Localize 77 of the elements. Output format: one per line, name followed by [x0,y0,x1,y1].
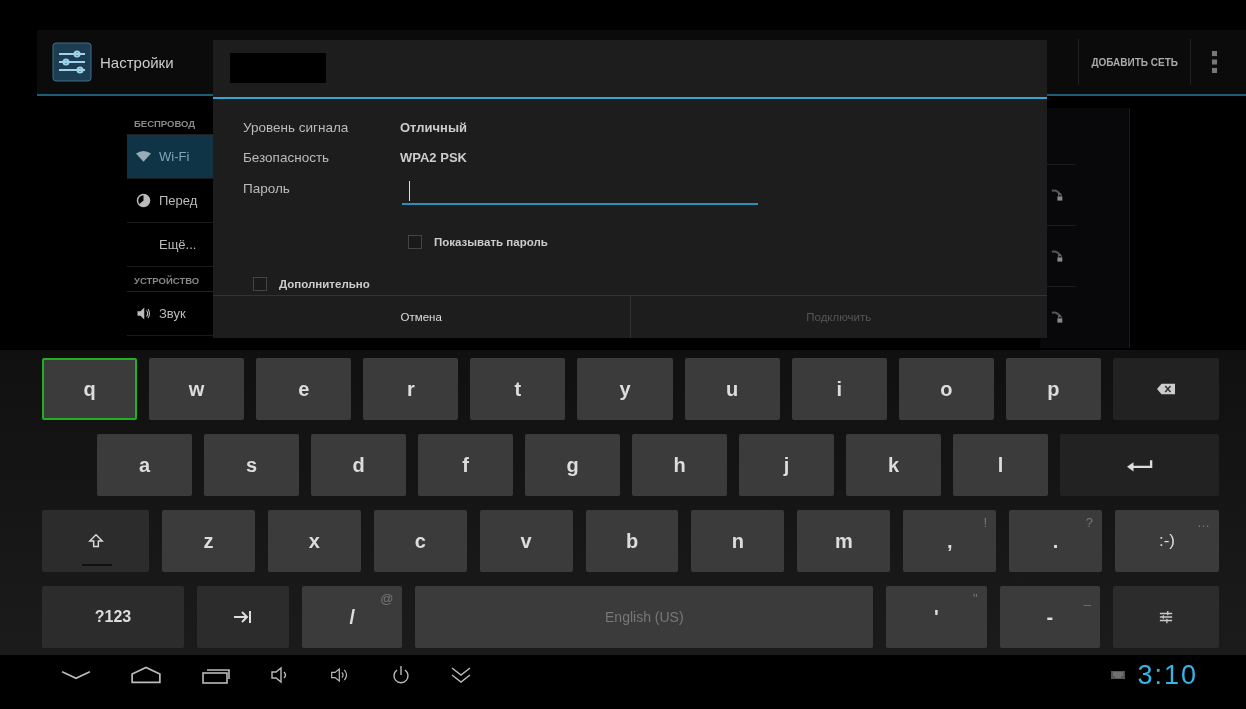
app-title: Настройки [100,53,174,71]
key[interactable]: q [42,358,138,420]
key-hint: " [973,591,978,606]
key[interactable]: u [684,358,780,420]
sliders-icon [1157,610,1175,624]
key-hint: @ [380,591,394,606]
key[interactable]: - _ [999,586,1100,648]
key[interactable]: j [739,434,834,496]
key[interactable]: o [898,358,994,420]
key[interactable]: w [149,358,245,420]
key[interactable]: . ? [1009,510,1102,572]
enter-arrow-icon [1126,458,1153,472]
key-hint: _ [1083,591,1091,606]
recent-apps-icon[interactable] [200,666,232,684]
key[interactable]: f [418,434,513,496]
key[interactable]: v [479,510,573,572]
settings-app-icon[interactable] [52,42,92,82]
key[interactable]: g [525,434,620,496]
checkbox[interactable] [253,276,267,291]
key[interactable]: i [791,358,887,420]
key[interactable]: k [846,434,941,496]
key[interactable]: t [470,358,566,420]
key[interactable]: r [363,358,459,420]
key[interactable]: c [373,510,467,572]
key[interactable]: p [1005,358,1101,420]
checkbox[interactable] [408,234,422,249]
key[interactable]: e [256,358,352,420]
password-field[interactable] [402,180,758,205]
key[interactable]: h [632,434,727,496]
wifi-lock-icon[interactable] [1049,310,1063,324]
tab-arrow-icon [234,610,252,624]
symbols-key[interactable]: ?123 [42,586,184,648]
power-icon[interactable] [390,665,412,685]
item-label: Wi-Fi [159,149,190,164]
checkbox-label: Дополнительно [279,277,370,290]
key-hint: … [1197,515,1210,530]
item-label: Перед [159,193,198,208]
settings-item[interactable]: Wi-Fi [127,135,213,179]
key[interactable]: y [577,358,673,420]
pie-chart-icon [136,193,151,208]
key[interactable]: / @ [302,586,403,648]
field-label: Пароль [243,180,291,196]
field-value: WPA2 PSK [400,150,467,166]
field-value: Отличный [400,120,468,136]
wifi-lock-icon[interactable] [1049,188,1063,202]
double-chevron-icon[interactable] [450,665,472,685]
checkbox-label: Показывать пароль [434,235,548,248]
key-hint: ? [1085,515,1093,530]
overflow-menu-icon[interactable] [1211,51,1218,73]
speaker-icon [136,306,151,321]
field-label: Уровень сигнала [243,120,350,136]
shift-arrow-icon [86,534,105,548]
key[interactable]: b [585,510,679,572]
clock: 3:10 [1137,659,1198,691]
home-icon[interactable] [130,666,162,684]
key[interactable]: m [797,510,891,572]
key[interactable]: z [162,510,255,572]
dialog-button[interactable]: Отмена [213,295,630,338]
key[interactable]: d [311,434,406,496]
item-label: Ещё... [159,237,197,252]
add-network-button[interactable]: ДОБАВИТЬ СЕТЬ [1078,39,1191,85]
key[interactable]: a [97,434,192,496]
item-label: Звук [159,306,186,321]
key[interactable]: n [691,510,785,572]
wifi-lock-icon[interactable] [1049,249,1063,263]
smiley-key[interactable]: :-) … [1115,510,1219,572]
keyboard-icon [1111,671,1126,679]
backspace-key[interactable] [1112,358,1219,420]
key[interactable]: ' " [886,586,987,648]
wifi-icon [136,149,151,164]
field-label: Безопасность [243,150,331,166]
backspace-icon [1156,382,1175,396]
key-hint: ! [983,515,988,530]
key[interactable]: s [204,434,299,496]
key[interactable]: , ! [903,510,997,572]
key[interactable]: l [953,434,1048,496]
key[interactable]: x [267,510,361,572]
